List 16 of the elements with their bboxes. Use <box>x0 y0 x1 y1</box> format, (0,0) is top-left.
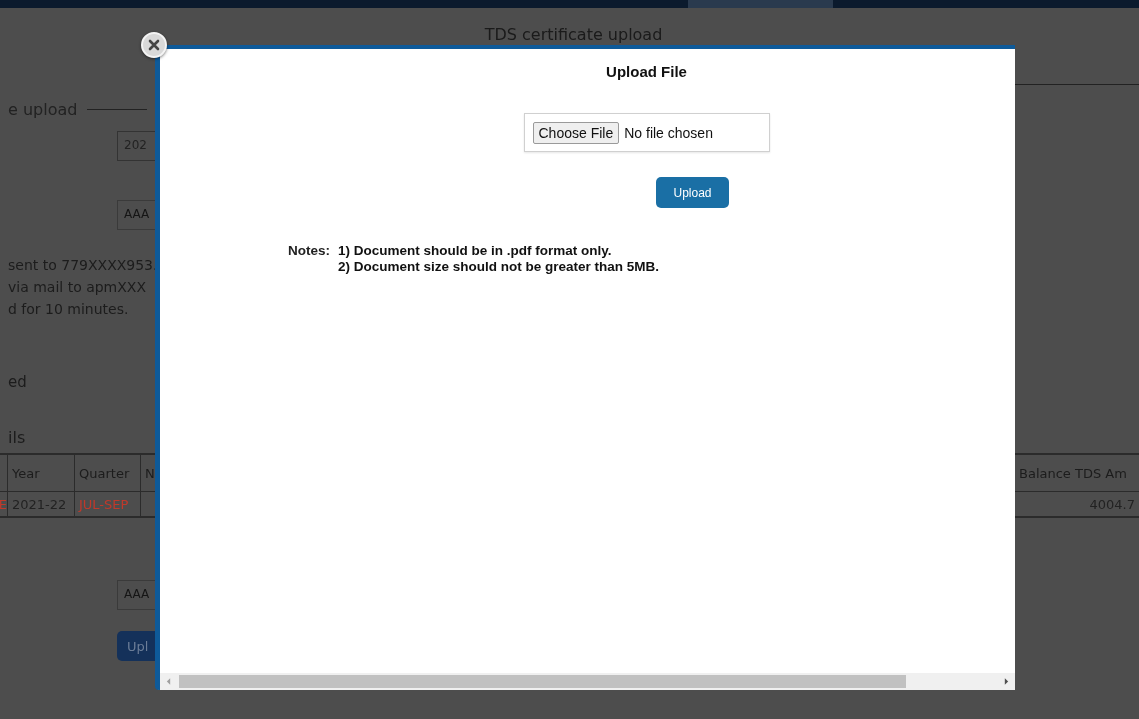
close-icon <box>148 39 160 51</box>
choose-file-button[interactable]: Choose File <box>532 121 620 144</box>
upload-button[interactable]: Upload <box>656 177 729 208</box>
dialog-title: Upload File <box>606 63 687 80</box>
note-text: 2) Document size should not be greater than 5MB. <box>338 259 660 275</box>
table-cell: JUL-SEP <box>75 492 141 516</box>
file-status: No file chosen <box>624 124 713 141</box>
scroll-right-icon[interactable] <box>1004 678 1009 685</box>
table-cell: E <box>0 492 8 516</box>
horizontal-scrollbar[interactable] <box>160 673 1015 690</box>
notes-label: Notes: <box>288 243 330 260</box>
file-input[interactable]: Choose File No file chosen <box>523 113 770 152</box>
close-button[interactable] <box>141 32 167 58</box>
scroll-left-icon[interactable] <box>166 678 171 685</box>
scrollbar-thumb[interactable] <box>179 675 906 688</box>
note-text: 1) Document should be in .pdf format only. <box>338 243 613 259</box>
